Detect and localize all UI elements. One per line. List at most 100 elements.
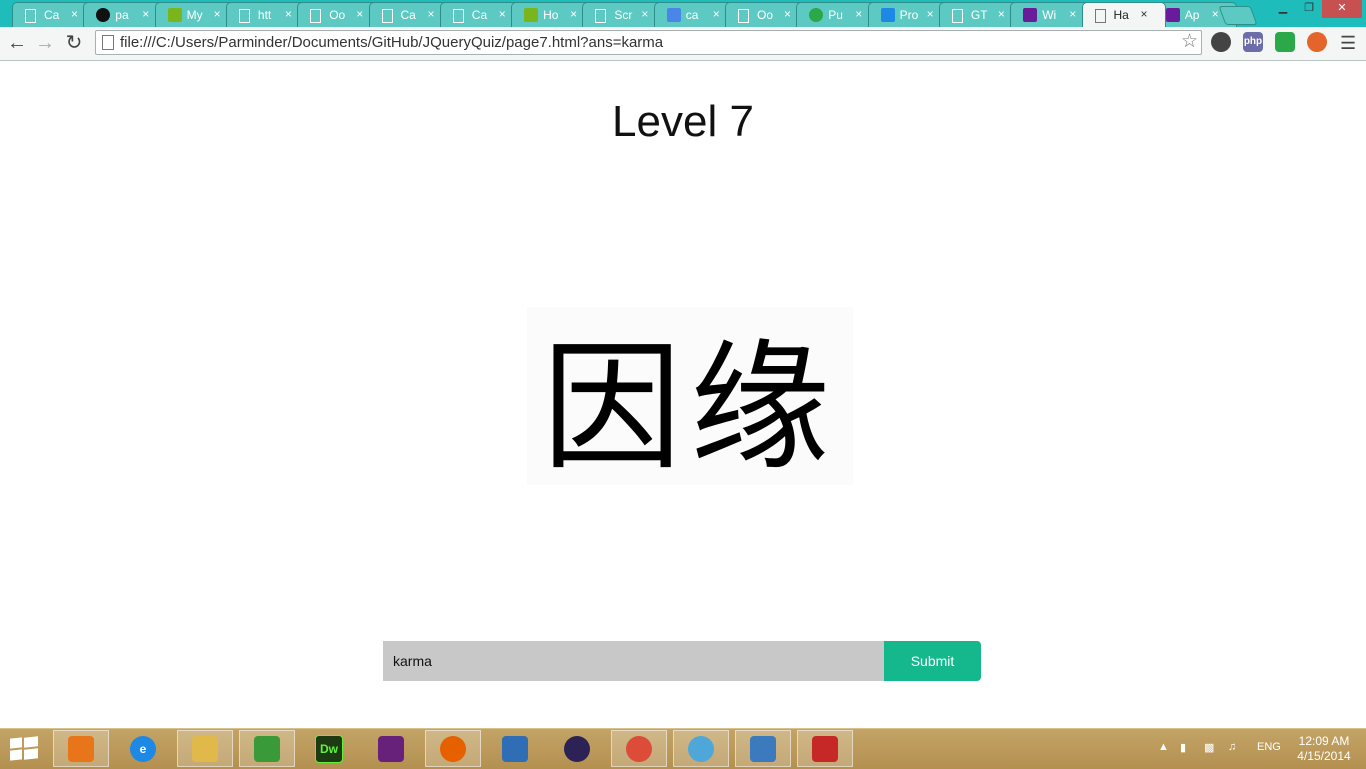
internet-explorer-icon: e [130, 735, 156, 762]
taskbar-app-snipping-tool[interactable] [797, 730, 853, 767]
taskbar-app-dreamweaver[interactable]: Dw [301, 730, 357, 767]
tab-label: Pro [899, 8, 919, 22]
page-icon [595, 9, 607, 23]
virtualbox-icon [502, 735, 528, 762]
tab-label: Oo [757, 8, 774, 22]
page-icon [738, 9, 749, 23]
minimize-icon[interactable]: ▁ [1270, 0, 1296, 18]
language-indicator[interactable]: ENG [1257, 741, 1281, 753]
close-tab-icon[interactable]: × [1069, 7, 1076, 21]
close-tab-icon[interactable]: × [356, 7, 363, 21]
taskbar-app-media-player[interactable] [53, 730, 109, 767]
tab-label: Ca [44, 8, 60, 22]
photo-viewer-icon [750, 735, 776, 762]
taskbar-app-eclipse[interactable] [549, 730, 605, 767]
close-tab-icon[interactable]: × [927, 7, 934, 21]
puzzle-icon [524, 8, 539, 22]
page-icon [102, 35, 114, 50]
back-icon[interactable]: ← [6, 32, 28, 54]
page-icon [951, 9, 963, 23]
file-explorer-icon [192, 735, 218, 762]
page-title: Level 7 [612, 97, 754, 146]
start-button[interactable] [10, 736, 38, 762]
windows-icon [1023, 8, 1038, 22]
tab-label: Ca [400, 8, 416, 22]
pushbullet-icon [809, 8, 824, 22]
url-input[interactable] [120, 33, 1170, 53]
answer-input[interactable] [383, 641, 884, 681]
page-icon [310, 9, 322, 23]
close-tab-icon[interactable]: × [1212, 7, 1219, 21]
close-tab-icon[interactable]: × [784, 7, 791, 21]
firefox-icon [440, 735, 466, 762]
browser-toolbar: ← → ↻ ☆ php ☰ [0, 27, 1366, 61]
colorpicker-extension-icon[interactable] [1307, 32, 1327, 52]
tab-label: Pu [828, 8, 843, 22]
forward-icon[interactable]: → [34, 32, 56, 54]
github-extension-icon[interactable] [1211, 32, 1231, 52]
page-icon [1094, 9, 1106, 23]
taskbar-app-virtualbox[interactable] [487, 730, 543, 767]
tab-label: ca [685, 8, 699, 22]
dreamweaver-icon: Dw [315, 734, 343, 763]
taskbar-app-task-manager[interactable] [239, 730, 295, 767]
taskbar-app-github[interactable] [673, 730, 729, 767]
tab-label: Ho [543, 8, 559, 22]
close-tab-icon[interactable]: × [641, 7, 648, 21]
close-tab-icon[interactable]: × [499, 7, 506, 21]
clock-time: 12:09 AM [1298, 734, 1350, 748]
close-tab-icon[interactable]: × [142, 7, 149, 21]
tab-label: pa [115, 8, 129, 22]
tab-strip: Ca × pa × My × htt × Oo × Ca × Ca × Ho × Scr × ca × Oo × Pu × Pr… [0, 0, 1366, 27]
github-icon [688, 735, 714, 762]
tab-label: Oo [329, 8, 346, 22]
taskbar-app-visual-studio[interactable] [363, 730, 419, 767]
page-icon [381, 9, 393, 23]
maximize-icon[interactable]: ❐ [1296, 0, 1322, 18]
tab-label: Ca [471, 8, 488, 22]
puzzle-icon [167, 8, 182, 22]
visual-studio-icon [378, 735, 404, 762]
taskbar-app-firefox[interactable] [425, 730, 481, 767]
tab-label: htt [257, 8, 272, 22]
clock[interactable]: 12:09 AM 4/15/2014 [1290, 734, 1358, 764]
address-bar[interactable]: ☆ [95, 30, 1202, 55]
page-icon [452, 9, 464, 23]
bookmark-star-icon[interactable]: ☆ [1181, 31, 1198, 53]
dropbox-icon [880, 8, 895, 22]
eclipse-icon [564, 735, 590, 762]
close-tab-icon[interactable]: × [428, 7, 435, 21]
close-tab-icon[interactable]: × [71, 7, 78, 21]
close-tab-icon[interactable]: × [998, 7, 1005, 21]
close-tab-icon[interactable]: × [214, 7, 221, 21]
chrome-icon [626, 735, 652, 762]
new-tab-button[interactable] [1218, 6, 1258, 25]
close-tab-icon[interactable]: × [570, 7, 577, 21]
tab-15[interactable]: Ha × [1081, 2, 1166, 27]
close-tab-icon[interactable]: × [713, 7, 720, 21]
taskbar-app-chrome[interactable] [611, 730, 667, 767]
taskbar-app-photo-viewer[interactable] [735, 730, 791, 767]
menu-icon[interactable]: ☰ [1340, 32, 1356, 54]
close-tab-icon[interactable]: × [855, 7, 862, 21]
submit-button[interactable]: Submit [884, 641, 981, 681]
reload-icon[interactable]: ↻ [63, 32, 85, 54]
taskbar-app-internet-explorer[interactable]: e [115, 730, 171, 767]
github-icon [96, 8, 111, 22]
tab-label: Wi [1042, 8, 1057, 22]
volume-icon[interactable]: ♫ [1228, 741, 1236, 753]
windows-icon [1165, 8, 1180, 22]
close-tab-icon[interactable]: × [285, 7, 292, 21]
network-icon[interactable]: ▩ [1204, 741, 1214, 754]
taskbar: e Dw ▲ ▮ ▩ ♫ ENG 12:09 AM 4/15/2014 [0, 728, 1366, 769]
php-extension-icon[interactable]: php [1243, 32, 1263, 52]
show-hidden-icons-icon[interactable]: ▲ [1158, 741, 1169, 753]
tab-label: Ap [1184, 8, 1200, 22]
close-window-icon[interactable]: ✕ [1322, 0, 1362, 18]
pushbullet-extension-icon[interactable] [1275, 32, 1295, 52]
taskbar-app-file-explorer[interactable] [177, 730, 233, 767]
close-tab-icon[interactable]: × [1141, 7, 1148, 21]
google-icon [666, 8, 681, 22]
media-player-icon [68, 735, 94, 762]
power-icon[interactable]: ▮ [1180, 741, 1186, 754]
